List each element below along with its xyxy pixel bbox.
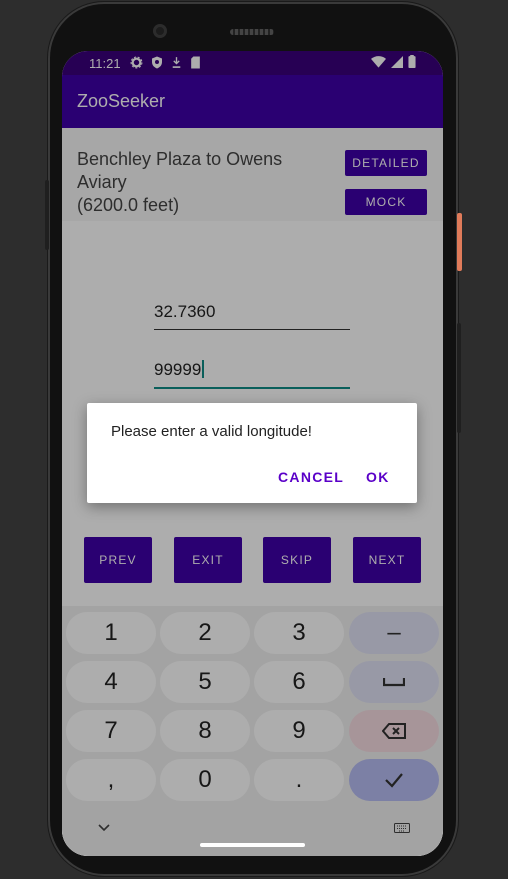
- dialog-message: Please enter a valid longitude!: [111, 423, 312, 440]
- ok-button[interactable]: OK: [366, 469, 390, 485]
- device-screen: 11:21 ZooSeeker Benchley Plaza to Owens …: [62, 51, 443, 856]
- cancel-button[interactable]: CANCEL: [278, 469, 344, 485]
- left-side-button: [45, 180, 49, 250]
- front-camera: [153, 24, 167, 38]
- volume-button: [457, 323, 461, 433]
- power-button: [457, 213, 462, 271]
- validation-dialog: Please enter a valid longitude! CANCEL O…: [87, 403, 417, 503]
- earpiece-speaker: [230, 29, 274, 35]
- home-indicator[interactable]: [200, 843, 305, 847]
